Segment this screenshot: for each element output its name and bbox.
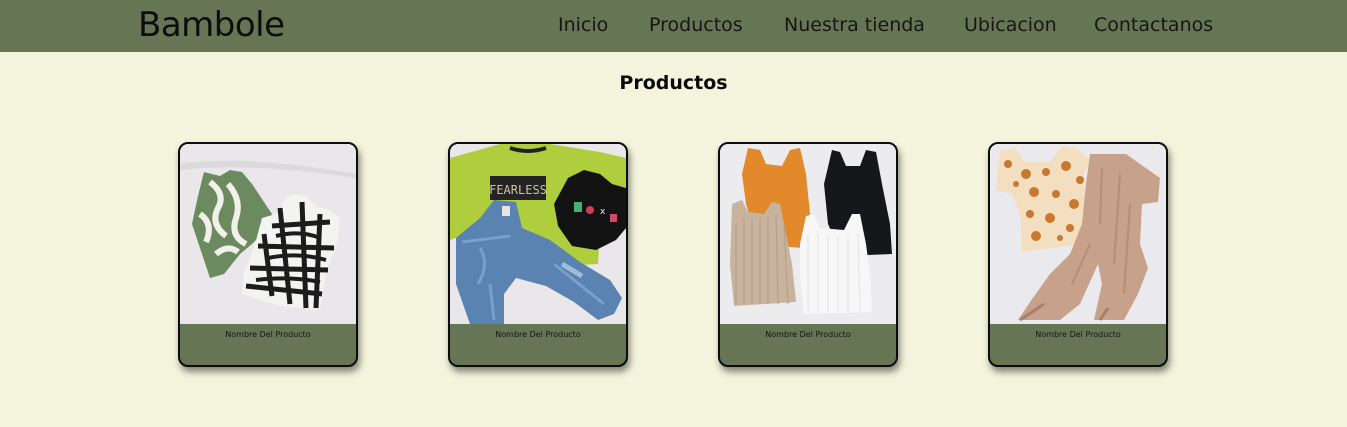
product-name[interactable]: Nombre Del Producto <box>990 329 1166 341</box>
nav-link-contactanos[interactable]: Contactanos <box>1094 12 1213 38</box>
product-image[interactable] <box>990 144 1166 324</box>
nav-link-productos[interactable]: Productos <box>649 12 743 38</box>
fearless-print: FEARLESS <box>489 183 547 197</box>
navbar: Bambole Inicio Productos Nuestra tienda … <box>0 0 1347 52</box>
product-name[interactable]: Nombre Del Producto <box>180 329 356 341</box>
product-name[interactable]: Nombre Del Producto <box>450 329 626 341</box>
nav-link-nuestra-tienda[interactable]: Nuestra tienda <box>784 12 925 38</box>
leopard-set-photo <box>990 144 1166 324</box>
product-image[interactable] <box>720 144 896 324</box>
tank-tops-photo <box>180 144 356 324</box>
product-card[interactable]: FEARLESS x Nombre Del Producto <box>448 142 628 367</box>
nav-link-ubicacion[interactable]: Ubicacion <box>964 12 1057 38</box>
outfit-set-photo: FEARLESS x <box>450 144 626 324</box>
svg-text:x: x <box>600 207 606 217</box>
ribbed-tanks-photo <box>720 144 896 324</box>
page-title: Productos <box>619 72 728 94</box>
brand-logo[interactable]: Bambole <box>138 4 285 46</box>
product-image[interactable]: FEARLESS x <box>450 144 626 324</box>
product-card[interactable]: Nombre Del Producto <box>718 142 898 367</box>
product-image[interactable] <box>180 144 356 324</box>
nav-link-inicio[interactable]: Inicio <box>558 12 608 38</box>
product-card[interactable]: Nombre Del Producto <box>178 142 358 367</box>
product-name[interactable]: Nombre Del Producto <box>720 329 896 341</box>
product-card[interactable]: Nombre Del Producto <box>988 142 1168 367</box>
